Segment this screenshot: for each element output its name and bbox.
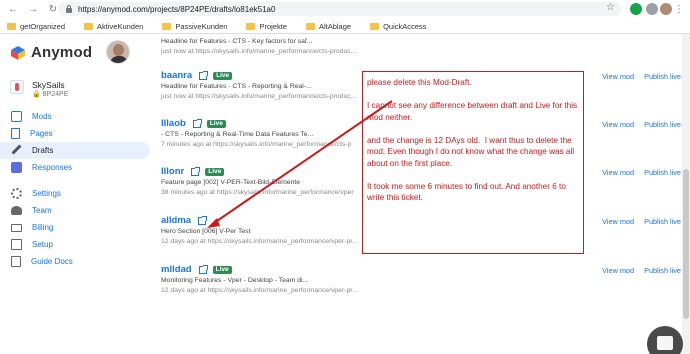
bookmark-star-icon[interactable]: ☆ bbox=[606, 2, 615, 13]
sidebar-item-drafts[interactable]: Drafts bbox=[0, 142, 150, 159]
folder-icon bbox=[84, 22, 94, 30]
mods-icon bbox=[11, 111, 22, 122]
sidebar-item-pages[interactable]: Pages bbox=[0, 125, 150, 142]
folder-icon bbox=[7, 22, 16, 30]
forward-icon[interactable]: → bbox=[26, 2, 40, 16]
team-icon bbox=[11, 206, 22, 215]
project-id: 🔒 8P24PE bbox=[32, 91, 69, 98]
live-badge: Live bbox=[212, 265, 232, 274]
chat-icon bbox=[11, 162, 22, 173]
live-badge: Live bbox=[205, 167, 225, 176]
external-link-icon[interactable] bbox=[192, 118, 202, 128]
map-icon bbox=[11, 256, 21, 267]
external-link-icon[interactable] bbox=[198, 215, 208, 225]
project-icon bbox=[10, 80, 24, 94]
more-menu-icon[interactable]: ⋮ bbox=[672, 2, 686, 16]
publish-live-link[interactable]: Publish live bbox=[644, 168, 681, 177]
project-name: SkySails bbox=[32, 80, 65, 90]
sidebar-item-label: Setup bbox=[32, 240, 53, 249]
sidebar-item-label: Billing bbox=[32, 223, 54, 232]
sidebar-item-guide-docs[interactable]: Guide Docs bbox=[0, 253, 150, 270]
sidebar-item-setup[interactable]: Setup bbox=[0, 236, 150, 253]
setup-icon bbox=[11, 239, 22, 250]
bookmark-folder[interactable]: QuickAccess bbox=[370, 22, 426, 31]
sidebar-item-label: Responses bbox=[32, 163, 73, 172]
browser-nav: ← → ↻ https://anymod.com/projects/8P24PE… bbox=[0, 0, 690, 18]
sidebar-menu: Mods Pages Drafts Responses Settings Tea… bbox=[0, 108, 150, 270]
external-link-icon[interactable] bbox=[198, 264, 208, 274]
external-link-icon[interactable] bbox=[199, 70, 209, 80]
address-url: https://anymod.com/projects/8P24PE/draft… bbox=[78, 4, 276, 14]
back-icon[interactable]: ← bbox=[6, 2, 20, 16]
brand-name: Anymod bbox=[31, 44, 93, 61]
project-switcher[interactable]: SkySails 🔒 8P24PE bbox=[10, 80, 68, 99]
profile-avatar-icon[interactable] bbox=[660, 3, 672, 15]
anymod-logo-icon bbox=[11, 45, 25, 60]
team-chat-fab[interactable] bbox=[647, 326, 683, 354]
live-badge: Live bbox=[213, 71, 233, 80]
pencil-icon bbox=[11, 144, 22, 155]
sidebar-item-team[interactable]: Team bbox=[0, 202, 150, 219]
draft-name-link[interactable]: mlldad bbox=[161, 264, 192, 275]
folder-icon bbox=[246, 22, 256, 30]
draft-name-link[interactable]: lllaob bbox=[161, 118, 186, 129]
draft-description: Headline for Features - CTS - Key factor… bbox=[161, 38, 313, 45]
credit-card-icon bbox=[11, 223, 22, 232]
draft-meta: 12 days ago at https://skysails.info/mar… bbox=[161, 287, 358, 294]
brand-logo[interactable]: Anymod bbox=[10, 44, 92, 61]
draft-name-link[interactable]: baanra bbox=[161, 70, 192, 81]
publish-live-link[interactable]: Publish live bbox=[644, 72, 681, 81]
draft-name-link[interactable]: lllonr bbox=[161, 166, 184, 177]
folder-icon bbox=[305, 22, 315, 30]
view-mod-link[interactable]: View mod bbox=[602, 72, 634, 81]
draft-meta: just now at https://skysails.info/marine… bbox=[161, 48, 357, 55]
sidebar-item-label: Drafts bbox=[32, 146, 54, 155]
publish-live-link[interactable]: Publish live bbox=[644, 266, 681, 275]
address-bar[interactable]: https://anymod.com/projects/8P24PE/draft… bbox=[58, 2, 621, 16]
draft-row[interactable]: Headline for Features - CTS - Key factor… bbox=[161, 36, 681, 57]
extension-icon[interactable] bbox=[630, 3, 642, 15]
bookmark-folder[interactable]: AltAblage bbox=[305, 22, 351, 31]
user-avatar[interactable] bbox=[106, 40, 130, 64]
bookmark-folder[interactable]: AktiveKunden bbox=[84, 22, 143, 31]
bookmarks-bar: getOrganized AktiveKunden PassiveKunden … bbox=[0, 18, 690, 34]
publish-live-link[interactable]: Publish live bbox=[644, 217, 681, 226]
bookmark-folder[interactable]: Projekte bbox=[246, 22, 287, 31]
draft-name-link[interactable]: alldma bbox=[161, 215, 191, 226]
sidebar-item-responses[interactable]: Responses bbox=[0, 159, 150, 176]
scrollbar[interactable] bbox=[682, 34, 690, 354]
draft-row[interactable]: mlldad Live Monitoring Features - Vper -… bbox=[161, 264, 681, 296]
extension-icon[interactable] bbox=[646, 3, 658, 15]
sidebar: Anymod SkySails 🔒 8P24PE Mods Pages Draf… bbox=[0, 34, 150, 354]
live-badge: Live bbox=[206, 119, 226, 128]
external-link-icon[interactable] bbox=[191, 166, 201, 176]
browser-chrome: ← → ↻ https://anymod.com/projects/8P24PE… bbox=[0, 0, 690, 34]
sidebar-item-label: Settings bbox=[32, 189, 61, 198]
sidebar-item-label: Mods bbox=[32, 112, 52, 121]
view-mod-link[interactable]: View mod bbox=[602, 120, 634, 129]
draft-description: Monitoring Features - Vper - Desktop - T… bbox=[161, 277, 309, 284]
view-mod-link[interactable]: View mod bbox=[602, 217, 634, 226]
lock-icon bbox=[66, 4, 72, 13]
folder-icon bbox=[162, 22, 172, 30]
annotation-note: please delete this Mod-Draft. I cannot s… bbox=[362, 71, 584, 254]
bookmark-folder[interactable]: PassiveKunden bbox=[162, 22, 227, 31]
publish-live-link[interactable]: Publish live bbox=[644, 120, 681, 129]
view-mod-link[interactable]: View mod bbox=[602, 168, 634, 177]
sidebar-item-billing[interactable]: Billing bbox=[0, 219, 150, 236]
bookmark-folder[interactable]: getOrganized bbox=[7, 22, 65, 31]
sidebar-item-label: Guide Docs bbox=[31, 257, 73, 266]
sidebar-item-label: Team bbox=[32, 206, 52, 215]
pages-icon bbox=[11, 128, 20, 139]
scrollbar-thumb[interactable] bbox=[683, 169, 689, 319]
folder-icon bbox=[370, 22, 380, 30]
sidebar-item-label: Pages bbox=[30, 129, 53, 138]
sidebar-item-settings[interactable]: Settings bbox=[0, 185, 150, 202]
sidebar-item-mods[interactable]: Mods bbox=[0, 108, 150, 125]
gear-icon bbox=[11, 188, 22, 199]
view-mod-link[interactable]: View mod bbox=[602, 266, 634, 275]
